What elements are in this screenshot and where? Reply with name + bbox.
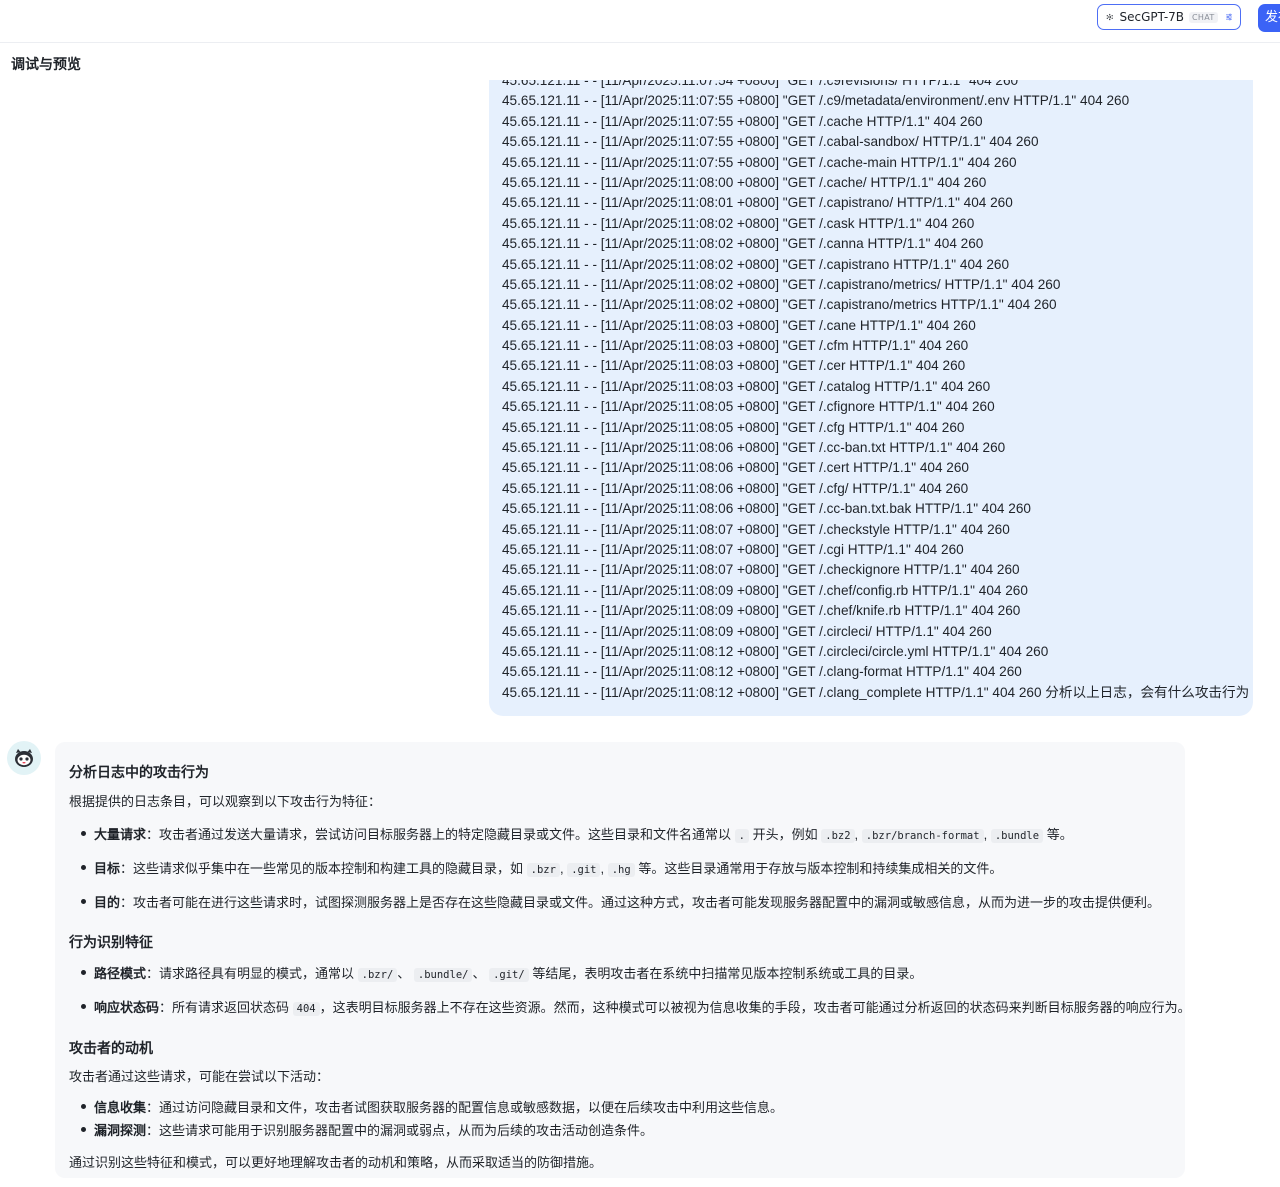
log-line: 45.65.121.11 - - [11/Apr/2025:11:08:05 +… <box>502 419 965 435</box>
model-logo-icon <box>1106 13 1113 21</box>
log-line: 45.65.121.11 - - [11/Apr/2025:11:07:55 +… <box>502 113 983 129</box>
list-item: 目标：这些请求似乎集中在一些常见的版本控制和构建工具的隐藏目录，如 .bzr, … <box>81 858 1002 877</box>
log-line: 45.65.121.11 - - [11/Apr/2025:11:08:02 +… <box>502 297 1057 313</box>
log-line: 45.65.121.11 - - [11/Apr/2025:11:08:03 +… <box>502 358 966 374</box>
assistant-answer-card: 分析日志中的攻击行为 根据提供的日志条目，可以观察到以下攻击行为特征： 大量请求… <box>55 742 1191 1178</box>
log-line: 45.65.121.11 - - [11/Apr/2025:11:08:05 +… <box>502 399 995 415</box>
panel-title: 调试与预览 <box>11 57 81 73</box>
model-name: SecGPT-7B <box>1119 10 1185 24</box>
motive-intro: 攻击者通过这些请求，可能在尝试以下活动： <box>69 1069 330 1084</box>
log-line: 45.65.121.11 - - [11/Apr/2025:11:08:07 +… <box>502 541 964 557</box>
log-line: 45.65.121.11 - - [11/Apr/2025:11:08:02 +… <box>502 276 1061 292</box>
log-line: 45.65.121.11 - - [11/Apr/2025:11:08:07 +… <box>502 562 1020 578</box>
log-line: 45.65.121.11 - - [11/Apr/2025:11:08:03 +… <box>502 317 976 333</box>
log-line: 45.65.121.11 - - [11/Apr/2025:11:07:55 +… <box>502 93 1130 109</box>
list-item: 大量请求：攻击者通过发送大量请求，尝试访问目标服务器上的特定隐藏目录或文件。这些… <box>81 824 1073 843</box>
list-item: 响应状态码：所有请求返回状态码 404 ，这表明目标服务器上不存在这些资源。然而，… <box>81 997 1191 1016</box>
log-line: 45.65.121.11 - - [11/Apr/2025:11:08:12 +… <box>502 684 1250 700</box>
log-line: 45.65.121.11 - - [11/Apr/2025:11:08:02 +… <box>502 256 1010 272</box>
answer-heading-behavior: 行为识别特征 <box>69 934 153 950</box>
model-type-tag: CHAT <box>1189 11 1218 23</box>
user-message-bubble: 45.65.121.11 - - [11/Apr/2025:11:07:54 +… <box>489 80 1253 716</box>
log-line: 45.65.121.11 - - [11/Apr/2025:11:08:02 +… <box>502 215 975 231</box>
log-line: 45.65.121.11 - - [11/Apr/2025:11:07:54 +… <box>502 80 1019 88</box>
top-bar: SecGPT-7B CHAT 发布 <box>0 0 1280 43</box>
log-line: 45.65.121.11 - - [11/Apr/2025:11:08:09 +… <box>502 623 992 639</box>
log-line: 45.65.121.11 - - [11/Apr/2025:11:08:06 +… <box>502 460 969 476</box>
log-line: 45.65.121.11 - - [11/Apr/2025:11:08:00 +… <box>502 174 987 190</box>
list-item: 漏洞探测：这些请求可能用于识别服务器配置中的漏洞或弱点，从而为后续的攻击活动创造… <box>81 1120 653 1139</box>
bot-avatar-icon <box>15 749 33 767</box>
log-line: 45.65.121.11 - - [11/Apr/2025:11:08:03 +… <box>502 338 969 354</box>
log-line: 45.65.121.11 - - [11/Apr/2025:11:08:02 +… <box>502 236 984 252</box>
log-line: 45.65.121.11 - - [11/Apr/2025:11:08:12 +… <box>502 664 1022 680</box>
list-item: 信息收集：通过访问隐藏目录和文件，攻击者试图获取服务器的配置信息或敏感数据，以便… <box>81 1097 783 1116</box>
log-line: 45.65.121.11 - - [11/Apr/2025:11:07:55 +… <box>502 154 1017 170</box>
log-lines: 45.65.121.11 - - [11/Apr/2025:11:07:54 +… <box>502 80 1253 703</box>
log-line: 45.65.121.11 - - [11/Apr/2025:11:08:09 +… <box>502 582 1028 598</box>
list-item: 路径模式：请求路径具有明显的模式，通常以 .bzr/、 .bundle/、 .g… <box>81 963 922 982</box>
model-selector[interactable]: SecGPT-7B CHAT <box>1097 4 1241 30</box>
log-line: 45.65.121.11 - - [11/Apr/2025:11:08:07 +… <box>502 521 1010 537</box>
log-line: 45.65.121.11 - - [11/Apr/2025:11:08:01 +… <box>502 195 1013 211</box>
answer-heading-attack: 分析日志中的攻击行为 <box>69 764 209 780</box>
log-line: 45.65.121.11 - - [11/Apr/2025:11:08:12 +… <box>502 643 1049 659</box>
log-line: 45.65.121.11 - - [11/Apr/2025:11:08:03 +… <box>502 378 991 394</box>
log-line: 45.65.121.11 - - [11/Apr/2025:11:08:09 +… <box>502 603 1021 619</box>
publish-button[interactable]: 发布 <box>1258 4 1280 32</box>
log-line: 45.65.121.11 - - [11/Apr/2025:11:08:06 +… <box>502 501 1031 517</box>
log-line: 45.65.121.11 - - [11/Apr/2025:11:08:06 +… <box>502 480 969 496</box>
log-line: 45.65.121.11 - - [11/Apr/2025:11:07:55 +… <box>502 134 1039 150</box>
log-line: 45.65.121.11 - - [11/Apr/2025:11:08:06 +… <box>502 440 1006 456</box>
answer-conclusion: 通过识别这些特征和模式，可以更好地理解攻击者的动机和策略，从而采取适当的防御措施… <box>69 1155 603 1170</box>
assistant-avatar <box>7 741 41 775</box>
list-item: 目的：攻击者可能在进行这些请求时，试图探测服务器上是否存在这些隐藏目录或文件。通… <box>81 892 1160 911</box>
answer-intro: 根据提供的日志条目，可以观察到以下攻击行为特征： <box>69 794 382 809</box>
settings-sliders-icon[interactable] <box>1225 11 1232 23</box>
answer-heading-motive: 攻击者的动机 <box>69 1040 153 1056</box>
